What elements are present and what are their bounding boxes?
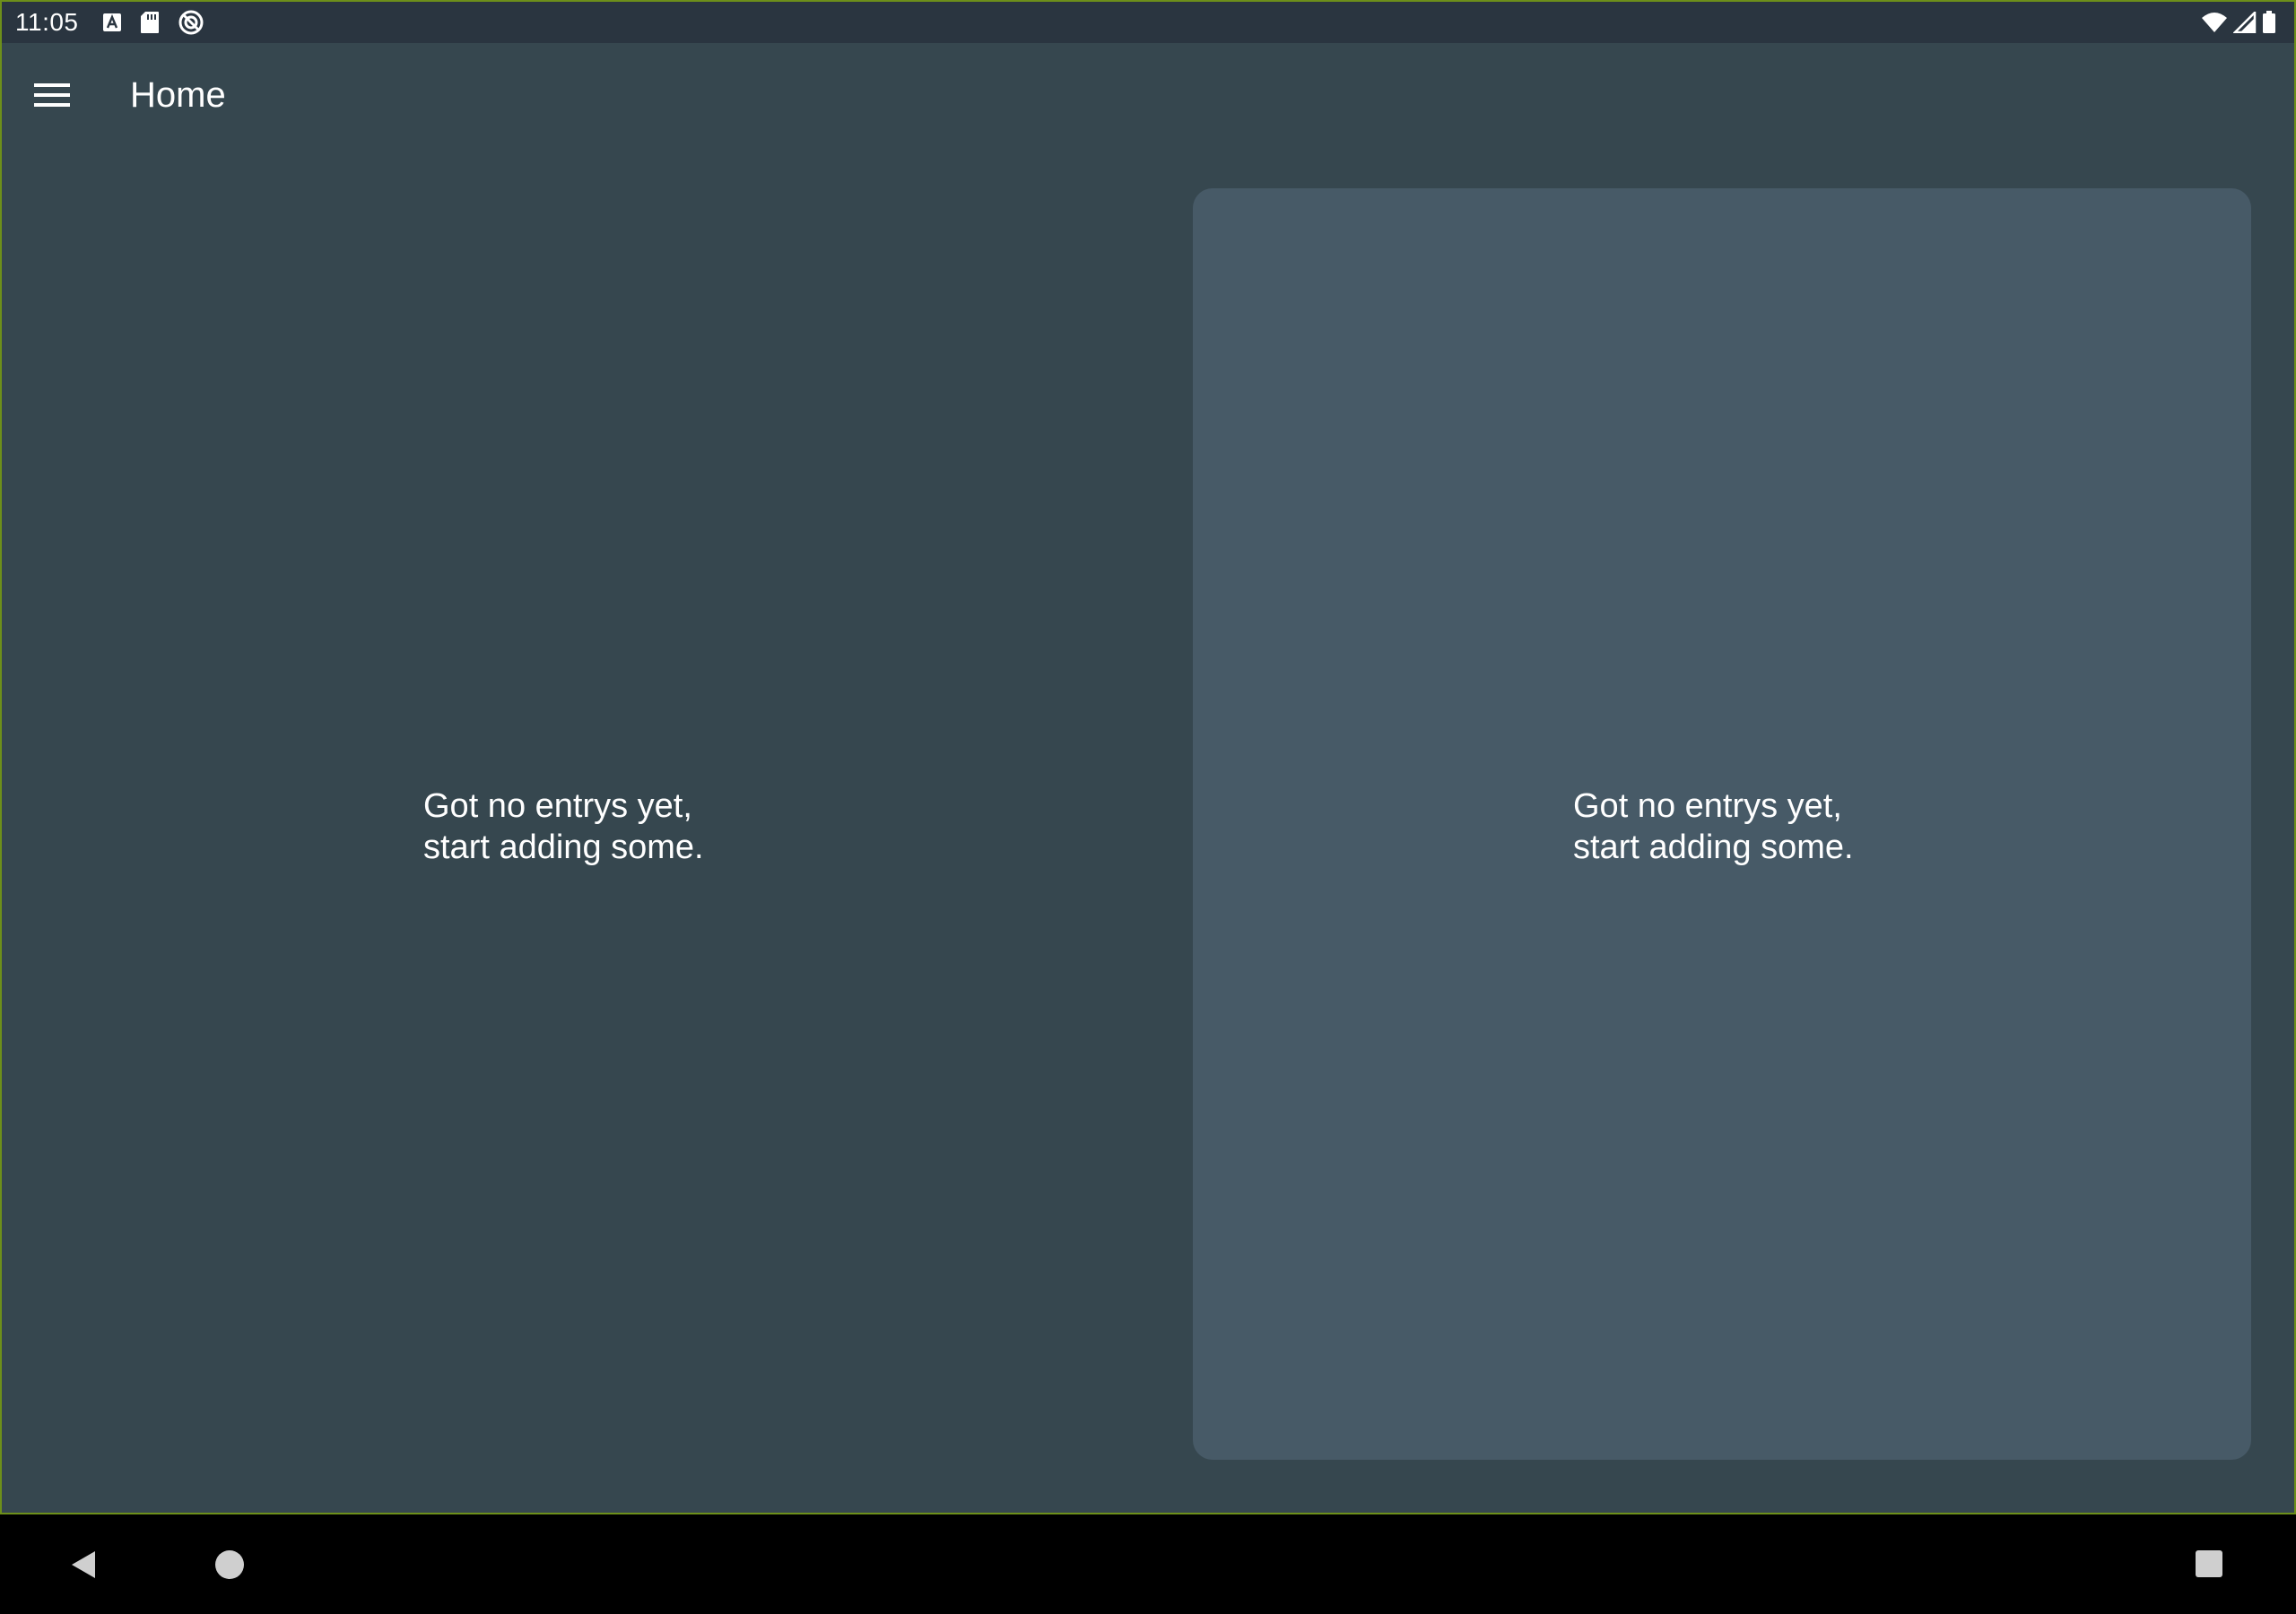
status-notification-icons xyxy=(102,9,204,40)
empty-message-line2: start adding some. xyxy=(423,829,704,866)
empty-message-line2: start adding some. xyxy=(1573,829,1854,866)
detail-card: Got no entrys yet, start adding some. xyxy=(1193,188,2251,1460)
recents-button[interactable] xyxy=(2196,1550,2222,1577)
a-badge-icon xyxy=(102,13,122,37)
sync-blocked-icon xyxy=(178,9,204,40)
home-button[interactable] xyxy=(215,1550,244,1579)
app-bar: Home xyxy=(2,43,2294,149)
back-button[interactable] xyxy=(68,1549,100,1581)
signal-icon xyxy=(2231,9,2257,38)
back-icon xyxy=(72,1551,95,1578)
status-time: 11:05 xyxy=(15,8,79,36)
entries-list-pane: Got no entrys yet, start adding some. xyxy=(2,149,1148,1513)
status-system-icons xyxy=(2201,9,2276,39)
hamburger-menu-icon xyxy=(34,82,70,113)
wifi-icon xyxy=(2201,12,2228,38)
page-title: Home xyxy=(130,75,226,115)
system-navigation-bar xyxy=(0,1514,2296,1614)
empty-list-message: Got no entrys yet, start adding some. xyxy=(423,785,704,868)
menu-button[interactable] xyxy=(20,70,84,124)
empty-message-line1: Got no entrys yet, xyxy=(423,787,692,825)
app-screen: 11:05 Home Got no entrys yet, start addi… xyxy=(0,0,2296,1514)
sd-card-icon xyxy=(140,11,160,39)
empty-detail-message: Got no entrys yet, start adding some. xyxy=(1573,785,1854,868)
battery-icon xyxy=(2262,11,2276,39)
status-bar: 11:05 xyxy=(2,2,2294,43)
empty-message-line1: Got no entrys yet, xyxy=(1573,787,1842,825)
